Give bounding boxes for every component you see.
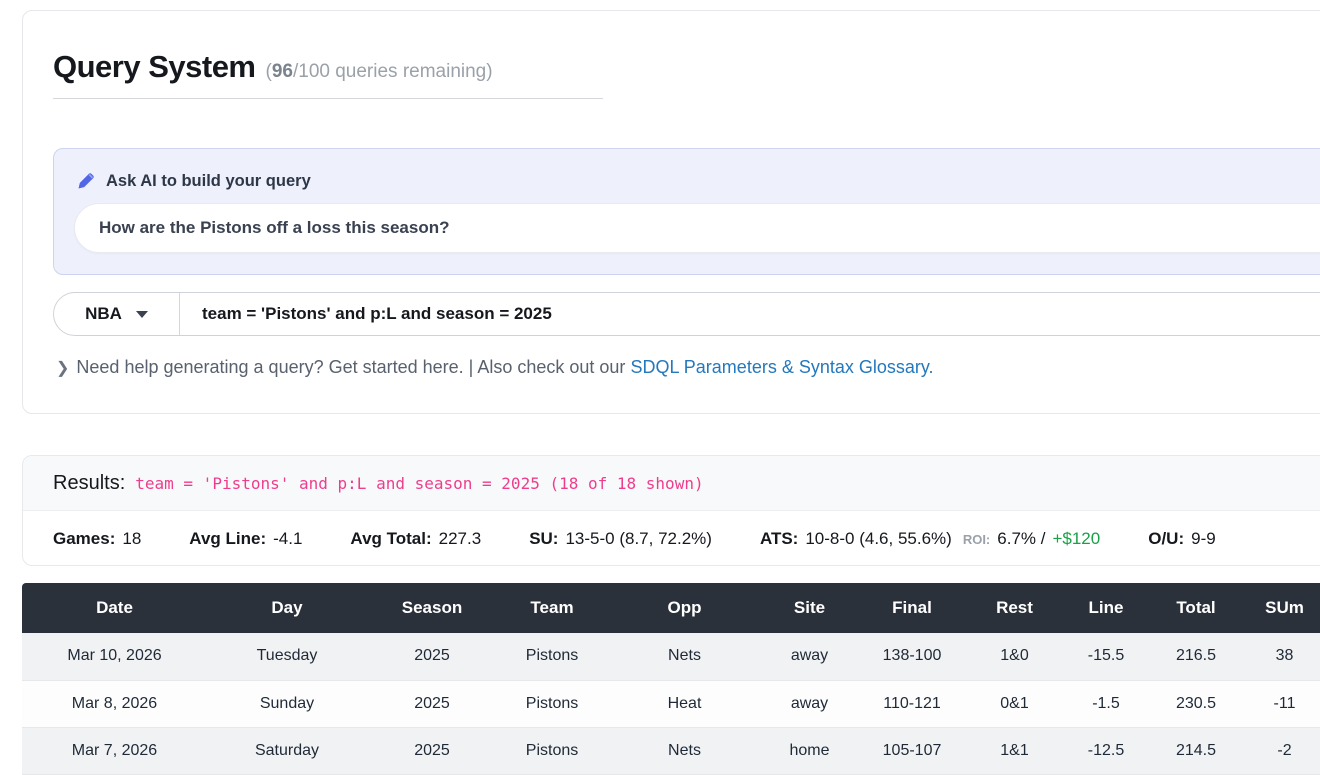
results-label: Results: xyxy=(53,472,125,495)
cell-date: Mar 8, 2026 xyxy=(22,680,207,727)
quota-used-count: 96 xyxy=(272,61,293,82)
query-system-card: Query System (96/100 queries remaining) … xyxy=(22,10,1320,414)
cell-season: 2025 xyxy=(367,680,497,727)
pencil-icon xyxy=(76,171,96,191)
column-header-line[interactable]: Line xyxy=(1062,583,1150,633)
cell-site: away xyxy=(762,680,857,727)
cell-opp: Nets xyxy=(607,727,762,774)
ask-ai-panel: Ask AI to build your query How are the P… xyxy=(53,148,1320,275)
column-header-day[interactable]: Day xyxy=(207,583,367,633)
cell-date: Mar 10, 2026 xyxy=(22,633,207,680)
cell-total: 214.5 xyxy=(1150,727,1242,774)
table-row: Mar 8, 2026Sunday2025PistonsHeataway110-… xyxy=(22,680,1320,727)
results-table: DateDaySeasonTeamOppSiteFinalRestLineTot… xyxy=(22,583,1320,775)
ask-ai-input[interactable]: How are the Pistons off a loss this seas… xyxy=(74,203,1320,253)
league-dropdown[interactable]: NBA xyxy=(54,293,180,335)
cell-team: Pistons xyxy=(497,727,607,774)
column-header-site[interactable]: Site xyxy=(762,583,857,633)
table-row: Mar 10, 2026Tuesday2025PistonsNetsaway13… xyxy=(22,633,1320,680)
sdql-query-input-value: team = 'Pistons' and p:L and season = 20… xyxy=(180,304,552,324)
summary-stats-row: Games:18 Avg Line:-4.1 Avg Total:227.3 S… xyxy=(23,511,1320,566)
page-title-row: Query System (96/100 queries remaining) xyxy=(53,49,493,85)
cell-rest: 1&1 xyxy=(967,727,1062,774)
ask-ai-label-row: Ask AI to build your query xyxy=(76,171,311,191)
stat-avg-total: Avg Total:227.3 xyxy=(350,529,481,549)
cell-line: -12.5 xyxy=(1062,727,1150,774)
cell-final: 110-121 xyxy=(857,680,967,727)
help-line: ❯ Need help generating a query? Get start… xyxy=(56,357,934,378)
cell-site: home xyxy=(762,727,857,774)
title-divider xyxy=(53,98,603,99)
cell-rest: 0&1 xyxy=(967,680,1062,727)
stat-ats: ATS:10-8-0 (4.6, 55.6%)ROI:6.7% / +$120 xyxy=(760,529,1100,549)
cell-sum: -2 xyxy=(1242,727,1320,774)
cell-total: 230.5 xyxy=(1150,680,1242,727)
help-text: Need help generating a query? Get starte… xyxy=(76,357,630,377)
roi-label: ROI: xyxy=(963,532,990,547)
column-header-rest[interactable]: Rest xyxy=(967,583,1062,633)
cell-season: 2025 xyxy=(367,727,497,774)
league-dropdown-value: NBA xyxy=(85,304,122,324)
cell-season: 2025 xyxy=(367,633,497,680)
cell-day: Tuesday xyxy=(207,633,367,680)
column-header-sum[interactable]: SUm xyxy=(1242,583,1320,633)
results-header: Results: team = 'Pistons' and p:L and se… xyxy=(23,456,1320,511)
cell-sum: -11 xyxy=(1242,680,1320,727)
cell-day: Saturday xyxy=(207,727,367,774)
chevron-right-icon: ❯ xyxy=(56,360,69,377)
cell-team: Pistons xyxy=(497,680,607,727)
table-row: Mar 7, 2026Saturday2025PistonsNetshome10… xyxy=(22,727,1320,774)
cell-site: away xyxy=(762,633,857,680)
cell-line: -1.5 xyxy=(1062,680,1150,727)
sdql-glossary-link[interactable]: SDQL Parameters & Syntax Glossary. xyxy=(630,357,933,377)
sdql-query-input[interactable]: team = 'Pistons' and p:L and season = 20… xyxy=(180,293,1320,335)
page-title: Query System xyxy=(53,49,256,85)
ask-ai-input-value: How are the Pistons off a loss this seas… xyxy=(75,218,449,238)
column-header-opp[interactable]: Opp xyxy=(607,583,762,633)
cell-rest: 1&0 xyxy=(967,633,1062,680)
table-header-row: DateDaySeasonTeamOppSiteFinalRestLineTot… xyxy=(22,583,1320,633)
column-header-total[interactable]: Total xyxy=(1150,583,1242,633)
sdql-query-bar: NBA team = 'Pistons' and p:L and season … xyxy=(53,292,1320,336)
ask-ai-label: Ask AI to build your query xyxy=(106,172,311,191)
cell-day: Sunday xyxy=(207,680,367,727)
stat-su: SU:13-5-0 (8.7, 72.2%) xyxy=(529,529,712,549)
stat-avg-line: Avg Line:-4.1 xyxy=(189,529,302,549)
stat-ou: O/U:9-9 xyxy=(1148,529,1215,549)
cell-final: 105-107 xyxy=(857,727,967,774)
results-query-echo: team = 'Pistons' and p:L and season = 20… xyxy=(135,474,703,493)
cell-date: Mar 7, 2026 xyxy=(22,727,207,774)
quota-remaining: (96/100 queries remaining) xyxy=(266,61,493,83)
column-header-final[interactable]: Final xyxy=(857,583,967,633)
column-header-date[interactable]: Date xyxy=(22,583,207,633)
cell-sum: 38 xyxy=(1242,633,1320,680)
cell-line: -15.5 xyxy=(1062,633,1150,680)
chevron-down-icon xyxy=(136,311,148,318)
cell-team: Pistons xyxy=(497,633,607,680)
results-card: Results: team = 'Pistons' and p:L and se… xyxy=(22,455,1320,566)
roi-profit: +$120 xyxy=(1052,529,1100,549)
cell-total: 216.5 xyxy=(1150,633,1242,680)
cell-opp: Nets xyxy=(607,633,762,680)
results-table-wrap: DateDaySeasonTeamOppSiteFinalRestLineTot… xyxy=(22,583,1320,775)
column-header-team[interactable]: Team xyxy=(497,583,607,633)
column-header-season[interactable]: Season xyxy=(367,583,497,633)
cell-opp: Heat xyxy=(607,680,762,727)
stat-games: Games:18 xyxy=(53,529,141,549)
cell-final: 138-100 xyxy=(857,633,967,680)
